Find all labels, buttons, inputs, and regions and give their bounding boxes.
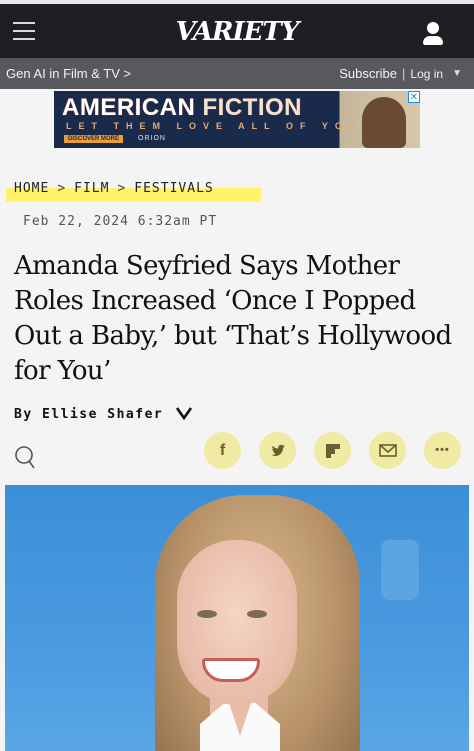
user-account-icon[interactable] xyxy=(422,22,444,46)
publish-date: Feb 22, 2024 6:32am PT xyxy=(23,214,218,229)
sub-navigation: Gen AI in Film & TV > Subscribe | Log in… xyxy=(0,58,474,89)
article-headline: Amanda Seyfried Says Mother Roles Increa… xyxy=(14,251,452,386)
facebook-share-button[interactable]: f xyxy=(204,432,241,469)
more-share-button[interactable]: ••• xyxy=(424,432,461,469)
ad-close-icon[interactable]: ✕ xyxy=(408,91,420,103)
ad-studio-logo: ORION xyxy=(138,135,166,142)
envelope-icon xyxy=(378,444,397,457)
photo-subject-eye xyxy=(197,610,217,618)
twitter-share-button[interactable] xyxy=(259,432,296,469)
search-icon[interactable] xyxy=(14,445,38,469)
advertisement-banner[interactable]: AMERICAN FICTION LET THEM LOVE ALL OF YO… xyxy=(54,91,420,148)
login-link[interactable]: Log in xyxy=(410,67,443,81)
chevron-down-icon[interactable]: ▼ xyxy=(452,68,462,79)
breadcrumb-separator: > xyxy=(57,181,67,196)
twitter-icon xyxy=(270,444,285,457)
photo-subject-face xyxy=(177,540,297,705)
chevron-down-icon[interactable] xyxy=(176,406,192,420)
article-hero-image xyxy=(5,485,469,751)
photo-subject-eye xyxy=(247,610,267,618)
gen-ai-link[interactable]: Gen AI in Film & TV > xyxy=(6,66,131,81)
email-share-button[interactable] xyxy=(369,432,406,469)
ad-title-part2: FICTION xyxy=(202,94,302,121)
author-byline[interactable]: By Ellise Shafer xyxy=(14,407,163,422)
flipboard-share-button[interactable] xyxy=(314,432,351,469)
ad-portrait xyxy=(362,97,406,148)
breadcrumb-home[interactable]: HOME xyxy=(14,181,49,196)
breadcrumb-festivals[interactable]: FESTIVALS xyxy=(134,181,213,196)
ad-tagline: LET THEM LOVE ALL OF YOU xyxy=(66,121,363,131)
breadcrumb-separator: > xyxy=(117,181,127,196)
photo-subject-mouth xyxy=(202,658,260,682)
separator: | xyxy=(402,66,406,81)
breadcrumb-film[interactable]: FILM xyxy=(74,181,109,196)
subscribe-link[interactable]: Subscribe xyxy=(339,66,397,81)
breadcrumb: HOME > FILM > FESTIVALS xyxy=(14,181,214,196)
ad-discover-button[interactable]: DISCOVER MORE xyxy=(64,135,124,143)
flipboard-icon xyxy=(325,444,340,458)
top-bar: VARIETY xyxy=(0,0,474,58)
ad-title-part1: AMERICAN xyxy=(62,94,196,121)
ad-title: AMERICAN FICTION xyxy=(62,94,302,122)
background-shape xyxy=(381,540,419,600)
variety-logo[interactable]: VARIETY xyxy=(0,17,474,47)
